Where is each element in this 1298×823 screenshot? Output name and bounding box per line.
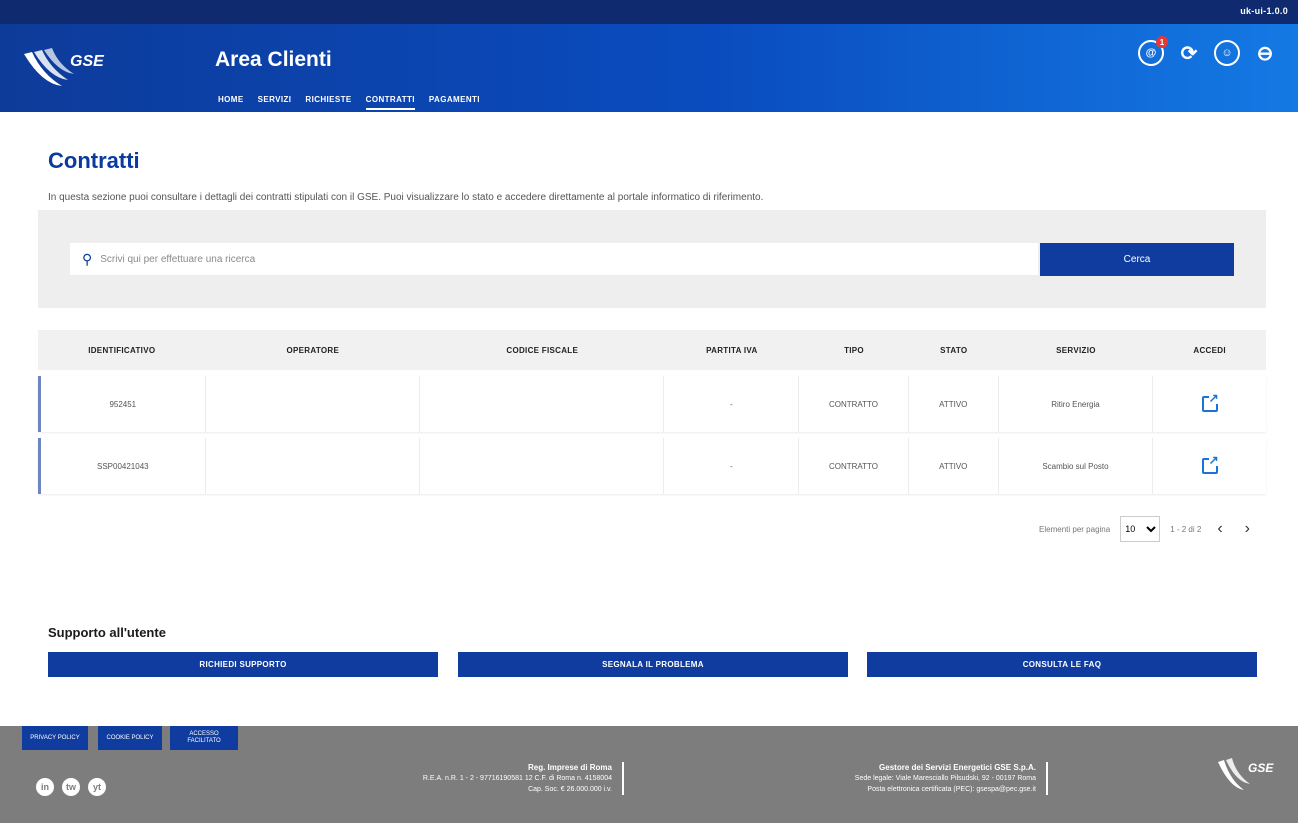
- cell-identificativo: 952451: [41, 376, 206, 432]
- social-links: in tw yt: [36, 778, 106, 796]
- logout-icon[interactable]: ⊖: [1252, 40, 1278, 66]
- col-partita-iva: PARTITA IVA: [706, 345, 758, 355]
- accessibility-button[interactable]: ACCESSO FACILITATO: [170, 726, 238, 750]
- cookie-policy-button[interactable]: COOKIE POLICY: [98, 726, 162, 750]
- cell-identificativo: SSP00421043: [41, 438, 206, 494]
- cell-operatore: [206, 376, 421, 432]
- footer-block-registry-title: Reg. Imprese di Roma: [527, 763, 612, 772]
- search-box: ⚲: [70, 243, 1038, 275]
- contracts-table: IDENTIFICATIVO OPERATORE CODICE FISCALE …: [38, 330, 1266, 494]
- header: GSE Area Clienti HOME SERVIZI RICHIESTE …: [0, 24, 1298, 112]
- search-icon: ⚲: [82, 250, 93, 267]
- search-panel: ⚲ Cerca: [38, 210, 1266, 308]
- col-codice-fiscale: CODICE FISCALE: [506, 345, 579, 355]
- table-header: IDENTIFICATIVO OPERATORE CODICE FISCALE …: [38, 330, 1266, 370]
- pagination: Elementi per pagina 10 1 - 2 di 2 ‹ ›: [1039, 516, 1256, 542]
- gse-footer-logo: GSE: [1218, 758, 1274, 790]
- nav-contratti[interactable]: CONTRATTI: [365, 95, 415, 110]
- col-servizio: SERVIZIO: [1056, 345, 1096, 355]
- support-title: Supporto all'utente: [48, 625, 166, 640]
- user-profile-icon[interactable]: ☺: [1214, 40, 1240, 66]
- footer-block-registry-line: R.E.A. n.R. 1 - 2 - 97716190581 12 C.F. …: [422, 775, 612, 782]
- open-external-icon[interactable]: [1201, 392, 1219, 412]
- col-accedi: ACCEDI: [1193, 345, 1226, 355]
- app-title: Area Clienti: [215, 48, 332, 71]
- footer-block-company-line: Posta elettronica certificata (PEC): gse…: [867, 786, 1036, 793]
- gse-logo[interactable]: GSE: [22, 44, 112, 94]
- top-strip: uk-ui-1.0.0: [0, 0, 1298, 24]
- report-problem-button[interactable]: SEGNALA IL PROBLEMA: [458, 652, 848, 677]
- page-range: 1 - 2 di 2: [1170, 524, 1202, 534]
- notification-badge: 1: [1156, 36, 1168, 48]
- notifications-icon[interactable]: @ 1: [1138, 36, 1168, 66]
- footer-block-company-line: Sede legale: Viale Maresciallo Pilsudski…: [854, 775, 1036, 782]
- col-identificativo: IDENTIFICATIVO: [88, 345, 156, 355]
- table-row: SSP00421043 - CONTRATTO ATTIVO Scambio s…: [38, 438, 1266, 494]
- page-description: In questa sezione puoi consultare i dett…: [48, 192, 764, 203]
- privacy-policy-button[interactable]: PRIVACY POLICY: [22, 726, 88, 750]
- prev-page-icon[interactable]: ‹: [1211, 520, 1228, 538]
- footer-block-registry-line: Cap. Soc. € 26.000.000 i.v.: [528, 786, 612, 793]
- cell-accedi: [1153, 438, 1266, 494]
- header-icons: @ 1 ⟳ ☺ ⊖: [1138, 36, 1278, 66]
- col-stato: STATO: [940, 345, 968, 355]
- nav-richieste[interactable]: RICHIESTE: [305, 95, 351, 110]
- cell-servizio: Scambio sul Posto: [999, 438, 1154, 494]
- cell-tipo: CONTRATTO: [799, 376, 909, 432]
- nav-home[interactable]: HOME: [218, 95, 244, 110]
- request-support-button[interactable]: RICHIEDI SUPPORTO: [48, 652, 438, 677]
- chat-support-icon[interactable]: ⟳: [1176, 40, 1202, 66]
- search-button[interactable]: Cerca: [1040, 243, 1234, 276]
- footer-block-registry: Reg. Imprese di Roma R.E.A. n.R. 1 - 2 -…: [423, 762, 624, 795]
- linkedin-icon[interactable]: in: [36, 778, 54, 796]
- footer-block-company: Gestore dei Servizi Energetici GSE S.p.A…: [855, 762, 1048, 795]
- cell-tipo: CONTRATTO: [799, 438, 909, 494]
- search-input[interactable]: [100, 253, 1001, 265]
- nav-servizi[interactable]: SERVIZI: [258, 95, 292, 110]
- footer-block-company-title: Gestore dei Servizi Energetici GSE S.p.A…: [879, 763, 1036, 772]
- per-page-label: Elementi per pagina: [1039, 524, 1111, 534]
- footer-logo-text: GSE: [1248, 761, 1274, 775]
- col-tipo: TIPO: [844, 345, 864, 355]
- cell-accedi: [1153, 376, 1266, 432]
- cell-servizio: Ritiro Energia: [999, 376, 1154, 432]
- open-external-icon[interactable]: [1201, 454, 1219, 474]
- youtube-icon[interactable]: yt: [88, 778, 106, 796]
- main-nav: HOME SERVIZI RICHIESTE CONTRATTI PAGAMEN…: [218, 95, 480, 110]
- cell-codice-fiscale: [420, 438, 665, 494]
- nav-pagamenti[interactable]: PAGAMENTI: [429, 95, 480, 110]
- cell-operatore: [206, 438, 421, 494]
- cell-partita-iva: -: [664, 376, 800, 432]
- footer: PRIVACY POLICY COOKIE POLICY ACCESSO FAC…: [0, 726, 1298, 823]
- col-operatore: OPERATORE: [286, 345, 340, 355]
- cell-partita-iva: -: [664, 438, 800, 494]
- page-title: Contratti: [48, 148, 140, 173]
- cell-stato: ATTIVO: [909, 438, 999, 494]
- table-row: 952451 - CONTRATTO ATTIVO Ritiro Energia: [38, 376, 1266, 432]
- faq-button[interactable]: CONSULTA LE FAQ: [867, 652, 1257, 677]
- next-page-icon[interactable]: ›: [1239, 520, 1256, 538]
- logo-text: GSE: [70, 53, 105, 70]
- version-text: uk-ui-1.0.0: [1240, 6, 1288, 16]
- twitter-icon[interactable]: tw: [62, 778, 80, 796]
- cell-stato: ATTIVO: [909, 376, 999, 432]
- cell-codice-fiscale: [420, 376, 665, 432]
- per-page-select[interactable]: 10: [1120, 516, 1161, 542]
